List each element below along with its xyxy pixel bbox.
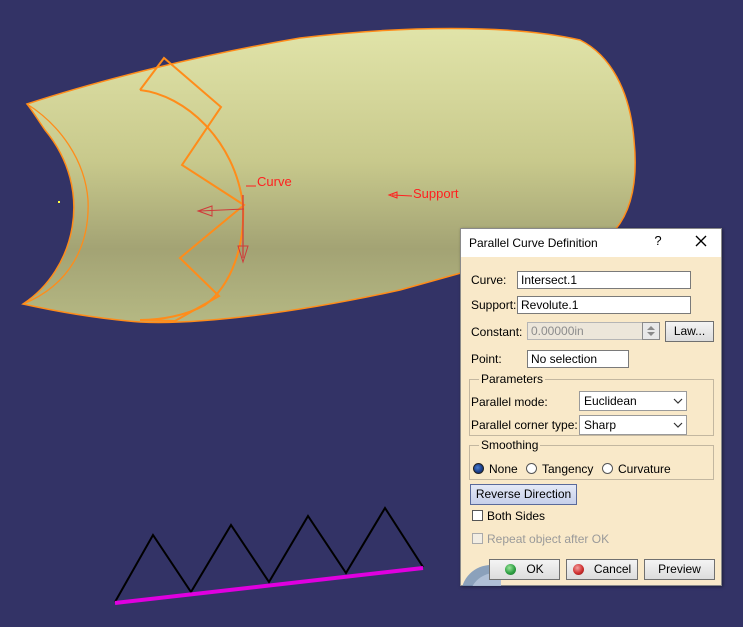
cancel-icon — [572, 564, 584, 575]
close-icon[interactable] — [693, 232, 709, 250]
parameters-title: Parameters — [479, 372, 546, 386]
support-label: Support — [413, 186, 459, 201]
constant-field: 0.00000in — [527, 322, 645, 340]
parallel-curve-dialog: Parallel Curve Definition ? Curve: Inter… — [460, 228, 722, 586]
point-field-label: Point: — [471, 352, 502, 366]
constant-spinner — [642, 322, 660, 340]
corner-type-value: Sharp — [584, 418, 617, 432]
support-field[interactable]: Revolute.1 — [517, 296, 691, 314]
point-field[interactable]: No selection — [527, 350, 629, 368]
dialog-titlebar[interactable]: Parallel Curve Definition ? — [461, 229, 721, 257]
spinner-arrows-icon — [647, 326, 655, 336]
curve-field[interactable]: Intersect.1 — [517, 271, 691, 289]
smoothing-none-label: None — [489, 462, 518, 476]
both-sides-label: Both Sides — [487, 509, 546, 523]
repeat-object-label: Repeat object after OK — [487, 532, 610, 546]
chevron-down-icon — [673, 398, 683, 404]
help-button[interactable]: ? — [651, 233, 665, 248]
reverse-direction-button[interactable]: Reverse Direction — [470, 484, 577, 505]
law-button[interactable]: Law... — [665, 321, 714, 342]
preview-button[interactable]: Preview — [644, 559, 715, 580]
ok-icon — [505, 564, 517, 575]
support-field-label: Support: — [471, 298, 517, 312]
result-parallel-curve[interactable] — [114, 506, 424, 603]
dialog-title: Parallel Curve Definition — [469, 236, 598, 250]
smoothing-tangency-radio[interactable] — [526, 463, 537, 474]
ok-button[interactable]: OK — [489, 559, 560, 580]
ok-label: OK — [526, 562, 544, 576]
smoothing-title: Smoothing — [479, 438, 541, 452]
corner-type-select[interactable]: Sharp — [579, 415, 687, 435]
chevron-down-icon — [673, 422, 683, 428]
cancel-label: Cancel — [593, 562, 632, 576]
curve-field-label: Curve: — [471, 273, 507, 287]
repeat-object-checkbox — [472, 533, 483, 544]
constant-field-label: Constant: — [471, 325, 523, 339]
parallel-mode-label: Parallel mode: — [471, 395, 548, 409]
smoothing-curvature-radio[interactable] — [602, 463, 613, 474]
parallel-mode-value: Euclidean — [584, 394, 637, 408]
smoothing-none-radio[interactable] — [473, 463, 484, 474]
smoothing-tangency-label: Tangency — [542, 462, 594, 476]
corner-type-label: Parallel corner type: — [471, 418, 578, 432]
both-sides-checkbox[interactable] — [472, 510, 483, 521]
cancel-button[interactable]: Cancel — [566, 559, 638, 580]
parallel-mode-select[interactable]: Euclidean — [579, 391, 687, 411]
point-marker[interactable] — [58, 201, 60, 203]
smoothing-curvature-label: Curvature — [618, 462, 671, 476]
support-line[interactable] — [114, 566, 424, 605]
curve-label: Curve — [257, 174, 292, 189]
